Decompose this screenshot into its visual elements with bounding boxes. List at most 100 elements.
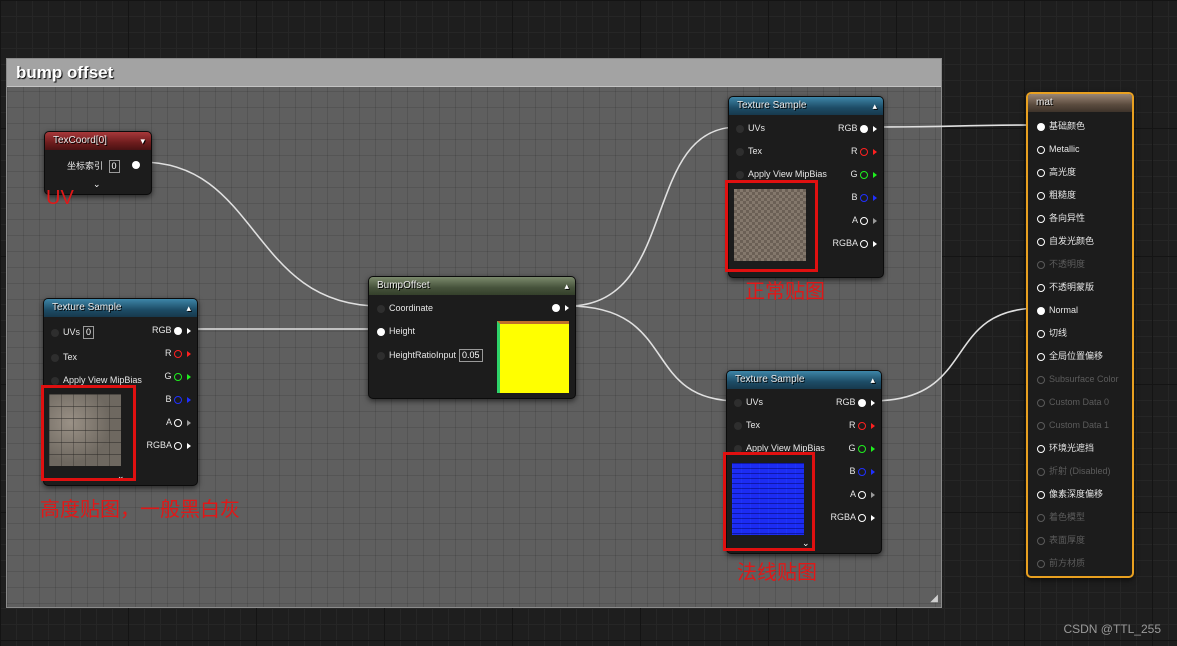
output-pin-icon[interactable] [858,444,866,453]
input-pin-icon[interactable] [1037,375,1045,384]
input-pin-icon[interactable] [377,351,385,360]
output-pin-icon[interactable] [552,303,560,312]
output-pin-icon[interactable] [860,170,868,179]
texture-base-g-out[interactable]: G [850,167,877,181]
output-pin-icon[interactable] [860,239,868,248]
input-pin-icon[interactable] [1037,283,1045,292]
material-pin[interactable]: 基础颜色 [1037,119,1085,133]
input-pin-icon[interactable] [377,327,385,336]
texture-height-uvs-pin[interactable]: UVs 0 [51,325,95,339]
material-pin[interactable]: 切线 [1037,326,1067,340]
texture-base-rgba-out[interactable]: RGBA [832,236,877,250]
ratio-input[interactable]: 0.05 [459,349,483,362]
material-pin[interactable]: 不透明蒙版 [1037,280,1094,294]
texture-normal-b-out[interactable]: B [849,464,875,478]
input-pin-icon[interactable] [1037,306,1045,315]
material-result-node[interactable]: mat 基础颜色 Metallic 高光度 粗糙度 各向异性 自发光颜色 不透明度 不透明蒙版… [1026,92,1134,578]
input-pin-icon[interactable] [734,398,742,407]
output-pin-icon[interactable] [858,467,866,476]
input-pin-icon[interactable] [1037,237,1045,246]
bump-output-pin[interactable] [552,300,569,314]
uvs-input[interactable]: 0 [83,326,95,339]
output-pin-icon[interactable] [174,349,182,358]
output-pin-icon[interactable] [858,398,866,407]
material-pin[interactable]: 像素深度偏移 [1037,487,1103,501]
material-pin[interactable]: Normal [1037,303,1078,317]
input-pin-icon[interactable] [736,124,744,133]
material-pin[interactable]: Custom Data 0 [1037,395,1109,409]
material-pin[interactable]: 自发光颜色 [1037,234,1094,248]
input-pin-icon[interactable] [736,170,744,179]
texture-height-tex-pin[interactable]: Tex [51,350,77,364]
output-pin-icon[interactable] [174,395,182,404]
expand-chevron-icon[interactable]: ⌄ [93,179,101,190]
material-pin[interactable]: 不透明度 [1037,257,1085,271]
material-pin[interactable]: 高光度 [1037,165,1076,179]
input-pin-icon[interactable] [1037,191,1045,200]
output-pin-icon[interactable] [132,160,140,169]
material-header[interactable]: mat [1028,94,1132,112]
material-pin[interactable]: Custom Data 1 [1037,418,1109,432]
texture-base-uvs-pin[interactable]: UVs [736,121,765,135]
output-pin-icon[interactable] [858,513,866,522]
input-pin-icon[interactable] [1037,398,1045,407]
texture-normal-a-out[interactable]: A [850,487,875,501]
texture-base-mip-pin[interactable]: Apply View MipBias [736,167,827,181]
input-pin-icon[interactable] [1037,559,1045,568]
texture-height-rgba-out[interactable]: RGBA [146,438,191,452]
material-pin[interactable]: 前方材质 [1037,556,1085,570]
output-pin-icon[interactable] [858,421,866,430]
output-pin-icon[interactable] [174,441,182,450]
texture-base-b-out[interactable]: B [851,190,877,204]
chevron-up-icon[interactable]: ▴ [564,277,569,295]
input-pin-icon[interactable] [1037,444,1045,453]
input-pin-icon[interactable] [1037,122,1045,131]
material-pin[interactable]: 表面厚度 [1037,533,1085,547]
input-pin-icon[interactable] [1037,513,1045,522]
bump-coordinate-pin[interactable]: Coordinate [377,301,433,315]
bump-offset-node[interactable]: BumpOffset ▴ Coordinate Height HeightRat… [368,276,576,399]
texture-normal-rgb-out[interactable]: RGB [836,395,875,409]
input-pin-icon[interactable] [734,421,742,430]
input-pin-icon[interactable] [1037,168,1045,177]
texture-height-r-out[interactable]: R [165,346,191,360]
material-pin[interactable]: 粗糙度 [1037,188,1076,202]
output-pin-icon[interactable] [860,216,868,225]
material-pin[interactable]: 全局位置偏移 [1037,349,1103,363]
texture-normal-r-out[interactable]: R [849,418,875,432]
bump-offset-header[interactable]: BumpOffset ▴ [369,277,575,295]
input-pin-icon[interactable] [1037,260,1045,269]
texcoord-node[interactable]: TexCoord[0] ▾ 坐标索引 0 ⌄ [44,131,152,195]
chevron-up-icon[interactable]: ▴ [870,371,875,389]
material-pin[interactable]: Metallic [1037,142,1080,156]
texcoord-index-input[interactable]: 0 [108,160,120,173]
texture-normal-g-out[interactable]: G [848,441,875,455]
texcoord-output-pin[interactable] [132,157,144,171]
texture-height-g-out[interactable]: G [164,369,191,383]
texture-base-tex-pin[interactable]: Tex [736,144,762,158]
input-pin-icon[interactable] [1037,145,1045,154]
texture-base-a-out[interactable]: A [852,213,877,227]
output-pin-icon[interactable] [860,147,868,156]
texture-normal-rgba-out[interactable]: RGBA [830,510,875,524]
input-pin-icon[interactable] [51,353,59,362]
input-pin-icon[interactable] [1037,467,1045,476]
input-pin-icon[interactable] [1037,214,1045,223]
output-pin-icon[interactable] [860,193,868,202]
texture-height-b-out[interactable]: B [165,392,191,406]
chevron-up-icon[interactable]: ▴ [872,97,877,115]
input-pin-icon[interactable] [1037,329,1045,338]
material-pin[interactable]: 环境光遮挡 [1037,441,1094,455]
bump-ratio-pin[interactable]: HeightRatioInput 0.05 [377,348,483,362]
texture-height-header[interactable]: Texture Sample ▴ [44,299,197,317]
texture-height-rgb-out[interactable]: RGB [152,323,191,337]
input-pin-icon[interactable] [1037,352,1045,361]
material-pin[interactable]: Subsurface Color [1037,372,1119,386]
texture-normal-header[interactable]: Texture Sample ▴ [727,371,881,389]
bump-height-pin[interactable]: Height [377,324,415,338]
input-pin-icon[interactable] [1037,536,1045,545]
output-pin-icon[interactable] [858,490,866,499]
texture-normal-tex-pin[interactable]: Tex [734,418,760,432]
material-pin[interactable]: 着色模型 [1037,510,1085,524]
input-pin-icon[interactable] [51,376,59,385]
